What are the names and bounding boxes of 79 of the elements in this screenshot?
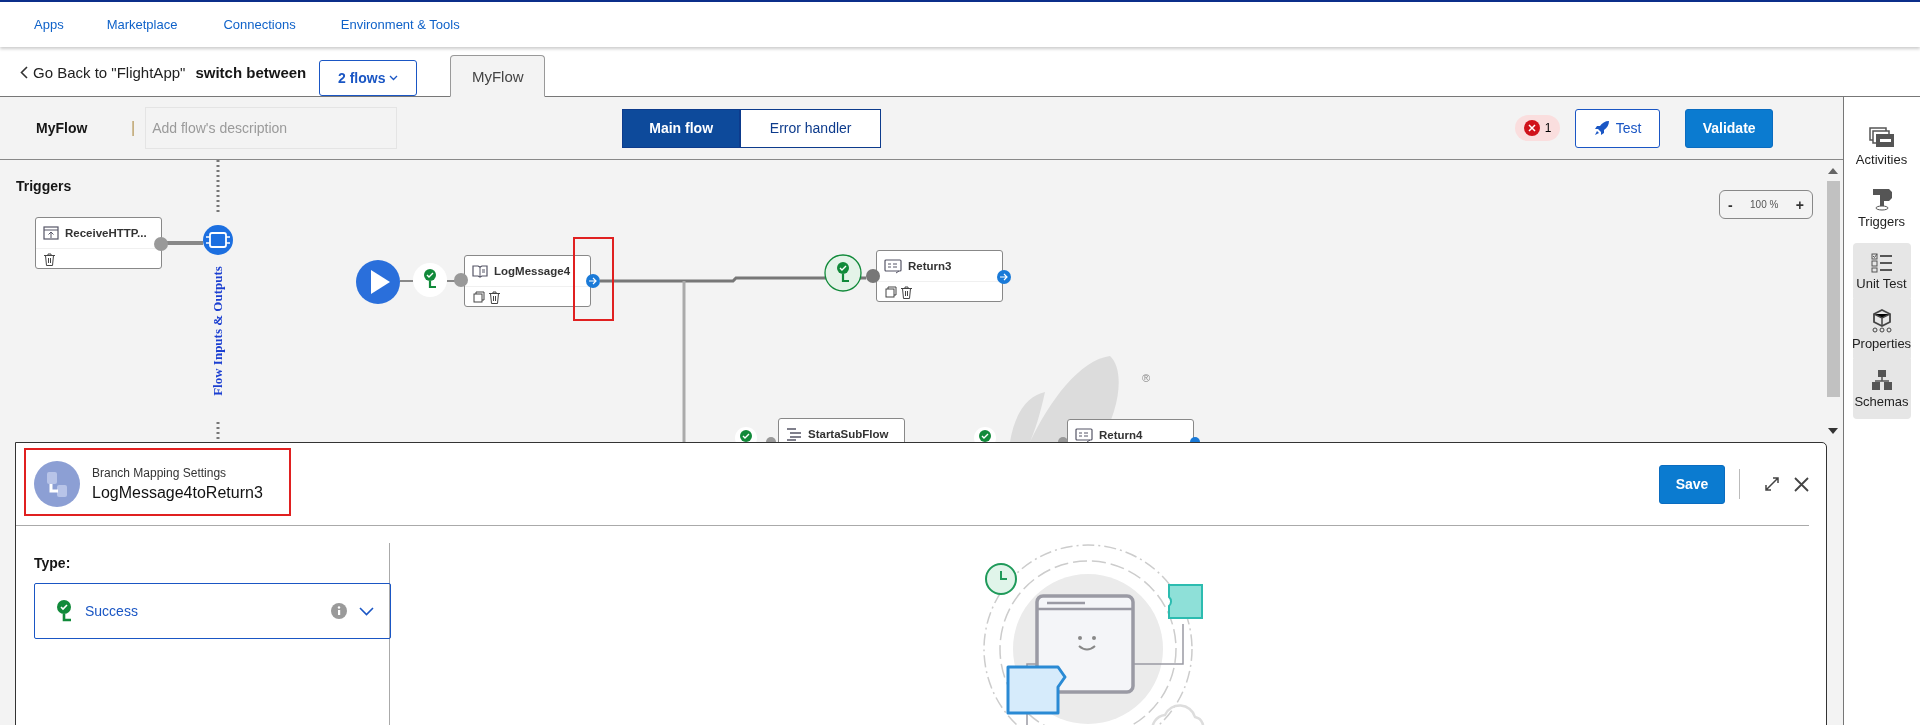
sidebar-item[interactable]: Schemas xyxy=(1852,359,1911,419)
switch-label: switch between xyxy=(195,64,307,81)
info-icon[interactable] xyxy=(331,603,347,619)
activity-node[interactable]: LogMessage4 xyxy=(464,255,591,307)
connector-dot xyxy=(154,237,168,251)
activity-node[interactable]: ReceiveHTTP... xyxy=(35,217,162,269)
output-arrow-icon[interactable] xyxy=(586,274,600,288)
io-label: Flow Inputs & Outputs xyxy=(210,265,226,398)
branch-avatar-icon xyxy=(34,461,80,507)
connector-dot xyxy=(454,273,468,287)
trademark-mark: ® xyxy=(1142,372,1151,384)
copy-icon[interactable] xyxy=(473,291,485,303)
play-button[interactable] xyxy=(356,260,400,304)
connector-line xyxy=(399,280,456,282)
caret-icon xyxy=(389,74,399,81)
nav-link[interactable]: Apps xyxy=(34,17,64,32)
return-icon xyxy=(1075,427,1093,443)
success-branch-icon xyxy=(57,600,73,622)
view-tab[interactable]: Error handler xyxy=(740,108,882,148)
book-icon xyxy=(472,264,488,278)
output-arrow-icon[interactable] xyxy=(997,270,1011,284)
stacked-cards-icon xyxy=(1868,127,1895,149)
scroll-down-icon[interactable] xyxy=(1828,428,1838,434)
trash-icon[interactable] xyxy=(489,290,500,304)
validate-button[interactable]: Validate xyxy=(1685,108,1774,148)
node-label: Return4 xyxy=(1099,429,1143,441)
scroll-up-icon[interactable] xyxy=(1828,168,1838,174)
list-icon xyxy=(786,427,802,441)
node-label: ReceiveHTTP... xyxy=(65,227,147,239)
flow-name: MyFlow xyxy=(36,120,89,136)
chevron-down-icon xyxy=(359,606,374,616)
hierarchy-icon xyxy=(1870,369,1893,391)
panel-subtitle: Branch Mapping Settings xyxy=(92,466,228,480)
cube-nodes-icon xyxy=(1870,309,1893,333)
save-button[interactable]: Save xyxy=(1659,464,1725,504)
zoom-in-button[interactable]: + xyxy=(1793,196,1806,213)
trash-icon[interactable] xyxy=(44,252,55,266)
node-label: LogMessage4 xyxy=(494,265,571,277)
sidebar-item[interactable]: Properties xyxy=(1852,299,1911,361)
panel-title: LogMessage4toReturn3 xyxy=(92,484,263,502)
trash-icon[interactable] xyxy=(901,285,912,299)
type-dropdown[interactable]: Success xyxy=(34,583,391,639)
triggers-heading: Triggers xyxy=(16,178,72,194)
flows-dropdown[interactable]: 2 flows xyxy=(319,59,418,96)
node-label: StartaSubFlow xyxy=(808,428,889,440)
description-field[interactable]: Add flow's description xyxy=(145,107,398,149)
success-branch-icon[interactable] xyxy=(413,263,447,297)
chevron-left-icon xyxy=(20,66,28,79)
checklist-icon xyxy=(1870,253,1893,273)
inbox-icon xyxy=(43,226,59,240)
zoom-value: 100 % xyxy=(1750,199,1779,210)
nav-link[interactable]: Environment & Tools xyxy=(340,17,460,32)
zoom-out-button[interactable]: - xyxy=(1726,196,1735,213)
error-badge[interactable]: 1 xyxy=(1515,115,1561,141)
dotted-divider xyxy=(216,160,220,214)
activity-node[interactable]: Return3 xyxy=(876,250,1003,302)
scrollbar-thumb[interactable] xyxy=(1827,181,1840,397)
nav-link[interactable]: Connections xyxy=(223,17,296,32)
success-branch-icon[interactable] xyxy=(824,254,862,292)
sidebar-item[interactable]: Unit Test xyxy=(1852,243,1911,301)
expand-icon[interactable] xyxy=(1764,476,1780,492)
rocket-icon xyxy=(1593,120,1610,136)
test-button[interactable]: Test xyxy=(1575,108,1661,148)
nav-link[interactable]: Marketplace xyxy=(106,17,178,32)
sidebar-item[interactable]: Triggers xyxy=(1852,181,1911,233)
connector-dot xyxy=(866,269,880,283)
sidebar-item[interactable]: Activities xyxy=(1852,123,1911,171)
copy-icon[interactable] xyxy=(885,286,897,298)
back-link[interactable]: Go Back to "FlightApp" xyxy=(20,64,186,81)
separator-mark: | xyxy=(131,119,136,137)
return-icon xyxy=(884,258,902,274)
view-tab[interactable]: Main flow xyxy=(622,108,741,148)
error-icon xyxy=(1523,120,1540,136)
close-icon[interactable] xyxy=(1794,476,1809,492)
flow-tab[interactable]: MyFlow xyxy=(450,55,546,97)
node-label: Return3 xyxy=(908,260,952,272)
io-node-icon[interactable] xyxy=(203,225,233,255)
type-label: Type: xyxy=(34,555,72,571)
dotted-divider xyxy=(216,422,220,442)
